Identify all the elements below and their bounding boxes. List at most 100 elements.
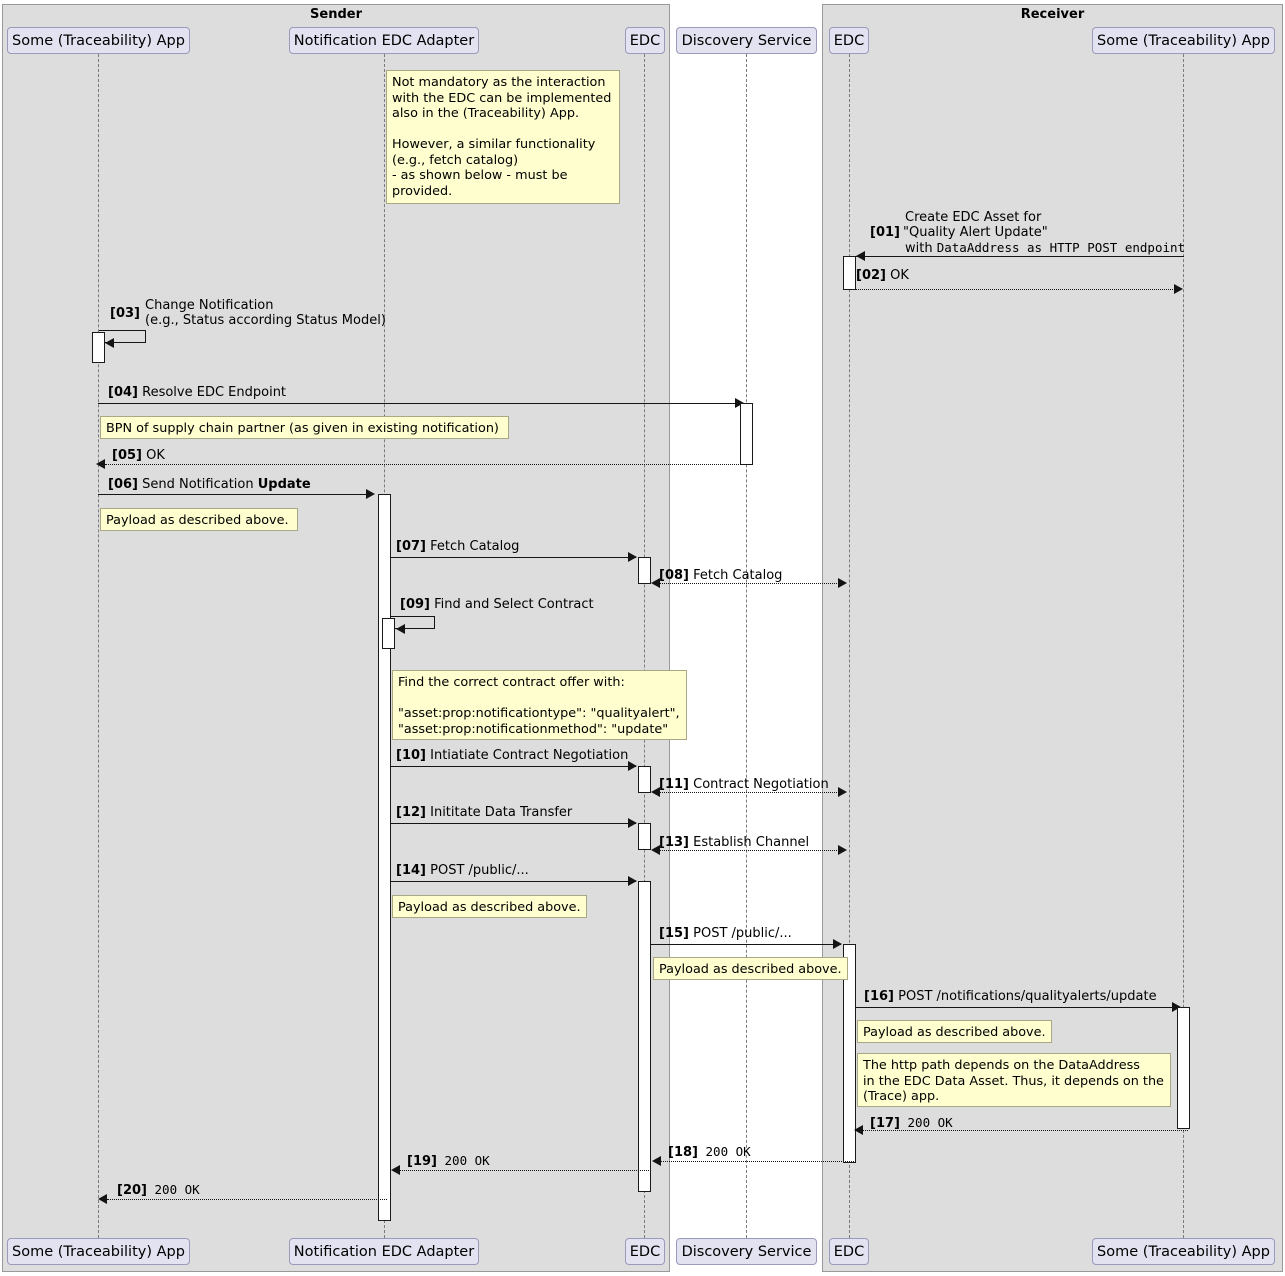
message-04-arrow-line: [98, 403, 746, 404]
message-19-arrow-head: [391, 1165, 400, 1175]
participant-sender-edc-bottom[interactable]: EDC: [625, 1238, 665, 1265]
message-14-arrow-head: [628, 876, 637, 886]
message-11-arrow-line: [658, 792, 841, 793]
message-20-number: [20]: [117, 1183, 147, 1198]
message-06-number: [06]: [108, 477, 138, 492]
message-06-text: Send Notification: [142, 477, 258, 492]
participant-discovery-top[interactable]: Discovery Service: [676, 27, 817, 54]
activation-sender-edc-10: [638, 766, 651, 793]
activation-sender-edc-main: [638, 881, 651, 1192]
participant-sender-app-bottom[interactable]: Some (Traceability) App: [7, 1238, 190, 1265]
participant-sender-adapter-bottom[interactable]: Notification EDC Adapter: [289, 1238, 479, 1265]
participant-label: Discovery Service: [681, 32, 812, 49]
participant-label: Notification EDC Adapter: [293, 1243, 475, 1260]
message-11-label: [11] Contract Negotiation: [659, 777, 829, 792]
message-06-arrow-line: [98, 494, 368, 495]
participant-receiver-app-top[interactable]: Some (Traceability) App: [1092, 27, 1275, 54]
participant-sender-adapter-top[interactable]: Notification EDC Adapter: [289, 27, 479, 54]
message-15-number: [15]: [659, 926, 689, 941]
note-payload-06: Payload as described above.: [100, 508, 298, 531]
message-12-number: [12]: [396, 805, 426, 820]
group-title-receiver: Receiver: [1020, 7, 1085, 22]
message-05-text: OK: [146, 448, 165, 463]
participant-discovery-bottom[interactable]: Discovery Service: [676, 1238, 817, 1265]
message-01-arrow-head: [856, 251, 865, 261]
note-adapter: Not mandatory as the interaction with th…: [386, 70, 620, 204]
message-15-label: [15] POST /public/...: [659, 926, 792, 941]
activation-adapter-main: [378, 494, 391, 1221]
note-payload-15: Payload as described above.: [653, 957, 848, 980]
note-contract: Find the correct contract offer with: "a…: [392, 670, 687, 740]
message-06-bold-word: Update: [257, 477, 311, 492]
message-19-arrow-line: [400, 1170, 651, 1171]
participant-label: Some (Traceability) App: [12, 1243, 185, 1260]
message-15-text: POST /public/...: [693, 926, 792, 941]
message-03-number: [03]: [110, 306, 140, 321]
note-bpn: BPN of supply chain partner (as given in…: [100, 416, 509, 439]
message-11-number: [11]: [659, 777, 689, 792]
message-13-arrow-head-left: [651, 845, 660, 855]
group-title-sender: Sender: [310, 7, 362, 22]
message-09-label: [09] Find and Select Contract: [400, 597, 594, 612]
message-20-label: [20] 200 OK: [117, 1182, 200, 1198]
participant-receiver-edc-top[interactable]: EDC: [829, 27, 869, 54]
message-20-text: 200 OK: [154, 1182, 200, 1197]
message-01-line1: Create EDC Asset for: [905, 210, 1042, 225]
message-08-arrow-line: [658, 583, 841, 584]
message-13-arrow-line: [658, 850, 841, 851]
message-16-text: POST /notifications/qualityalerts/update: [898, 989, 1157, 1004]
participant-label: Notification EDC Adapter: [293, 32, 475, 49]
message-18-arrow-head: [652, 1156, 661, 1166]
message-18-label: [18] 200 OK: [668, 1144, 751, 1160]
note-httppath: The http path depends on the DataAddress…: [857, 1053, 1171, 1107]
message-09-number: [09]: [400, 597, 430, 612]
message-01-number: [01]: [870, 225, 900, 240]
participant-sender-edc-top[interactable]: EDC: [625, 27, 665, 54]
message-12-label: [12] Inititate Data Transfer: [396, 805, 572, 820]
message-16-label: [16] POST /notifications/qualityalerts/u…: [864, 989, 1157, 1004]
note-payload-16: Payload as described above.: [857, 1020, 1052, 1043]
message-02-label: [02] OK: [856, 268, 909, 283]
message-11-arrow-head-right: [838, 787, 847, 797]
message-17-arrow-head: [854, 1125, 863, 1135]
participant-label: EDC: [629, 1243, 661, 1260]
activation-sender-edc-07: [638, 557, 651, 584]
sequence-diagram: Sender Receiver Some (Traceability) App …: [0, 0, 1285, 1276]
participant-receiver-edc-bottom[interactable]: EDC: [829, 1238, 869, 1265]
lifeline-sender-app: [98, 54, 99, 1238]
message-04-number: [04]: [108, 385, 138, 400]
message-19-text: 200 OK: [444, 1153, 490, 1168]
message-02-text: OK: [890, 268, 909, 283]
activation-adapter-09: [382, 618, 395, 649]
message-04-label: [04] Resolve EDC Endpoint: [108, 385, 286, 400]
participant-label: EDC: [833, 1243, 865, 1260]
message-14-text: POST /public/...: [430, 863, 529, 878]
activation-sender-edc-12: [638, 823, 651, 850]
participant-label: Some (Traceability) App: [12, 32, 185, 49]
message-09-text: Find and Select Contract: [434, 597, 594, 612]
message-01-mono-run: DataAddress as HTTP POST endpoint: [936, 240, 1186, 255]
message-11-text: Contract Negotiation: [693, 777, 829, 792]
message-03-arrow-head: [105, 338, 114, 348]
message-13-arrow-head-right: [838, 845, 847, 855]
participant-label: Discovery Service: [681, 1243, 812, 1260]
message-07-arrow-line: [390, 557, 636, 558]
message-05-number: [05]: [112, 448, 142, 463]
message-08-text: Fetch Catalog: [693, 568, 783, 583]
participant-receiver-app-bottom[interactable]: Some (Traceability) App: [1092, 1238, 1275, 1265]
message-05-label: [05] OK: [112, 448, 165, 463]
message-17-number: [17]: [870, 1116, 900, 1131]
message-01-line2: "Quality Alert Update": [903, 225, 1048, 240]
message-19-number: [19]: [407, 1154, 437, 1169]
message-20-arrow-head: [98, 1194, 107, 1204]
message-13-text: Establish Channel: [693, 835, 810, 850]
message-14-number: [14]: [396, 863, 426, 878]
participant-label: Some (Traceability) App: [1097, 32, 1270, 49]
activation-receiver-app-main: [1177, 1007, 1190, 1129]
message-02-number: [02]: [856, 268, 886, 283]
participant-sender-app-top[interactable]: Some (Traceability) App: [7, 27, 190, 54]
message-15-arrow-head: [833, 939, 842, 949]
message-06-arrow-head: [366, 489, 375, 499]
message-11-arrow-head-left: [651, 787, 660, 797]
message-13-label: [13] Establish Channel: [659, 835, 809, 850]
